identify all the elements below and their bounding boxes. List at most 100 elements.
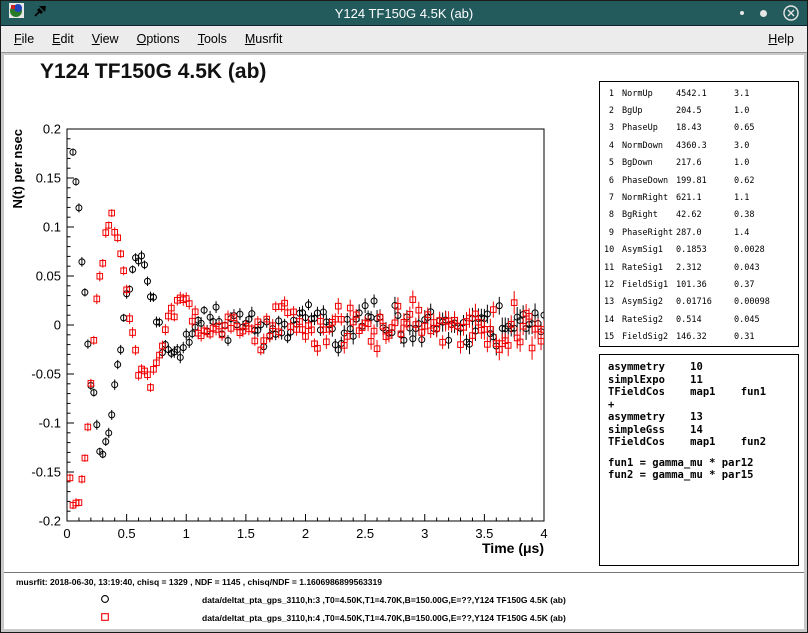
theory-line: +	[608, 399, 790, 412]
x-tick-label: 4	[540, 526, 547, 541]
menu-musrfit[interactable]: Musrfit	[236, 28, 292, 50]
stats-val: 0.514	[676, 315, 734, 325]
theory-line: TFieldCos map1 fun1	[608, 386, 790, 399]
stats-name: BgUp	[622, 106, 676, 116]
legend-marker-square-icon	[100, 609, 110, 627]
stats-idx: 13	[604, 297, 614, 307]
param-row-FieldSig2: 15FieldSig2146.320.31	[600, 328, 798, 345]
stats-val: 204.5	[676, 106, 734, 116]
stats-idx: 8	[604, 210, 614, 220]
y-tick-label: 0.2	[43, 122, 61, 137]
stats-val: 287.0	[676, 228, 734, 238]
x-tick-label: 2.5	[356, 526, 374, 541]
legend-label: data/deltat_pta_gps_3110,h:3 ,T0=4.50K,T…	[202, 595, 566, 605]
stats-err: 0.00098	[734, 297, 798, 307]
pushpin-icon[interactable]	[33, 4, 47, 23]
window-content: Y124 TF150G 4.5K (ab) 00.511.522.533.540…	[1, 53, 807, 632]
theory-box[interactable]: asymmetry 10simplExpo 11TFieldCos map1 f…	[599, 354, 799, 566]
param-row-NormRight: 7NormRight621.11.1	[600, 189, 798, 206]
stats-val: 0.1853	[676, 245, 734, 255]
stats-err: 0.37	[734, 280, 798, 290]
stats-name: BgRight	[622, 210, 676, 220]
menu-help[interactable]: Help	[759, 28, 803, 50]
y-tick-label: 0.05	[36, 269, 61, 284]
theory-line: asymmetry 13	[608, 411, 790, 424]
stats-name: RateSig1	[622, 263, 676, 273]
param-row-NormDown: 4NormDown4360.33.0	[600, 137, 798, 154]
app-icon[interactable]	[9, 3, 24, 23]
menu-options[interactable]: Options	[128, 28, 189, 50]
param-row-FieldSig1: 12FieldSig1101.360.37	[600, 276, 798, 293]
stats-idx: 2	[604, 106, 614, 116]
theory-line: TFieldCos map1 fun2	[608, 436, 790, 449]
stats-idx: 9	[604, 228, 614, 238]
param-row-AsymSig2: 13 AsymSig20.017160.00098	[600, 294, 798, 311]
y-tick-label: 0.1	[43, 220, 61, 235]
parameter-stats-box[interactable]: 1NormUp4542.13.12BgUp204.51.03PhaseUp18.…	[599, 81, 799, 347]
stats-err: 1.0	[734, 106, 798, 116]
maximize-icon[interactable]	[760, 10, 767, 17]
theory-gap	[608, 449, 790, 457]
x-tick-label: 1.5	[237, 526, 255, 541]
stats-val: 101.36	[676, 280, 734, 290]
theory-line: simpleGss 14	[608, 424, 790, 437]
titlebar[interactable]: Y124 TF150G 4.5K (ab)	[1, 1, 807, 26]
stats-name: BgDown	[622, 158, 676, 168]
plot-area[interactable]: 00.511.522.533.540.20.150.10.050-0.05-0.…	[4, 113, 594, 568]
param-row-BgDown: 5BgDown217.61.0	[600, 155, 798, 172]
stats-err: 0.0028	[734, 245, 798, 255]
stats-name: PhaseUp	[622, 123, 676, 133]
stats-val: 42.62	[676, 210, 734, 220]
legend: data/deltat_pta_gps_3110,h:3 ,T0=4.50K,T…	[4, 591, 804, 627]
stats-idx: 12	[604, 280, 614, 290]
stats-name: AsymSig2	[622, 297, 676, 307]
legend-label: data/deltat_pta_gps_3110,h:4 ,T0=4.50K,T…	[202, 613, 566, 623]
stats-name: NormUp	[622, 89, 676, 99]
root-canvas[interactable]: Y124 TF150G 4.5K (ab) 00.511.522.533.540…	[4, 55, 804, 629]
stats-idx: 11	[604, 263, 614, 273]
data-series-1	[67, 121, 547, 458]
y-tick-label: 0	[54, 318, 61, 333]
menu-view[interactable]: View	[83, 28, 128, 50]
param-row-BgUp: 2 BgUp204.51.0	[600, 102, 798, 119]
legend-row: data/deltat_pta_gps_3110,h:3 ,T0=4.50K,T…	[4, 591, 804, 609]
stats-val: 0.01716	[676, 297, 734, 307]
stats-name: NormDown	[622, 141, 676, 151]
close-icon[interactable]	[783, 5, 799, 21]
y-axis-title: N(t) per nsec	[10, 129, 25, 208]
stats-name: PhaseRight	[622, 228, 676, 238]
menubar: FileEditViewOptionsToolsMusrfit Help	[1, 26, 807, 53]
legend-divider	[4, 572, 804, 573]
stats-err: 0.38	[734, 210, 798, 220]
stats-idx: 3	[604, 123, 614, 133]
stats-val: 146.32	[676, 332, 734, 342]
stats-err: 3.0	[734, 141, 798, 151]
stats-err: 0.31	[734, 332, 798, 342]
minimize-icon[interactable]	[740, 11, 744, 15]
menu-edit[interactable]: Edit	[43, 28, 83, 50]
stats-val: 2.312	[676, 263, 734, 273]
stats-val: 18.43	[676, 123, 734, 133]
menu-file[interactable]: File	[5, 28, 43, 50]
stats-idx: 4	[604, 141, 614, 151]
param-row-BgRight: 8 BgRight42.620.38	[600, 207, 798, 224]
stats-val: 4542.1	[676, 89, 734, 99]
stats-idx: 15	[604, 332, 614, 342]
stats-idx: 14	[604, 315, 614, 325]
stats-err: 1.0	[734, 158, 798, 168]
param-row-PhaseRight: 9 PhaseRight287.01.4	[600, 224, 798, 241]
app-window: Y124 TF150G 4.5K (ab) FileEditViewOption…	[0, 0, 808, 633]
param-row-PhaseUp: 3PhaseUp18.430.65	[600, 120, 798, 137]
y-tick-label: 0.15	[36, 171, 61, 186]
legend-marker-circle-icon	[100, 591, 110, 609]
stats-name: AsymSig1	[622, 245, 676, 255]
stats-err: 1.4	[734, 228, 798, 238]
x-tick-label: 1	[183, 526, 190, 541]
stats-idx: 10	[604, 245, 614, 255]
stats-val: 621.1	[676, 193, 734, 203]
stats-err: 0.045	[734, 315, 798, 325]
menu-tools[interactable]: Tools	[189, 28, 236, 50]
stats-val: 217.6	[676, 158, 734, 168]
x-tick-label: 0	[63, 526, 70, 541]
theory-line: fun2 = gamma_mu * par15	[608, 469, 790, 482]
